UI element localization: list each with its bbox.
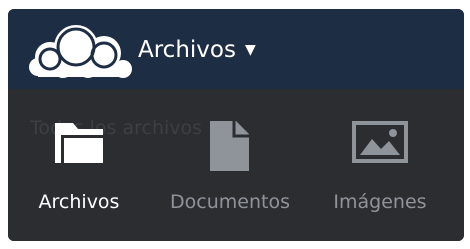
chevron-down-icon: ▼ [244, 42, 256, 58]
image-icon [352, 121, 408, 163]
menu-item-label: Archivos [38, 191, 120, 213]
header-bar: Archivos ▼ [8, 9, 464, 89]
app-switcher-button[interactable]: Archivos ▼ [138, 33, 256, 67]
app-menu: Todos los archivos Archivos Documentos I… [8, 89, 464, 241]
owncloud-logo-icon[interactable] [26, 21, 134, 79]
app-title: Archivos [138, 37, 236, 63]
app-menu-popup: Archivos ▼ Todos los archivos Archivos D… [8, 9, 464, 241]
menu-item-documentos[interactable]: Documentos [160, 111, 300, 221]
menu-item-imagenes[interactable]: Imágenes [310, 111, 450, 221]
folder-icon [55, 123, 103, 163]
menu-item-label: Documentos [170, 191, 290, 213]
menu-item-label: Imágenes [333, 191, 427, 213]
document-icon [210, 121, 249, 171]
menu-item-archivos[interactable]: Archivos [9, 111, 149, 221]
